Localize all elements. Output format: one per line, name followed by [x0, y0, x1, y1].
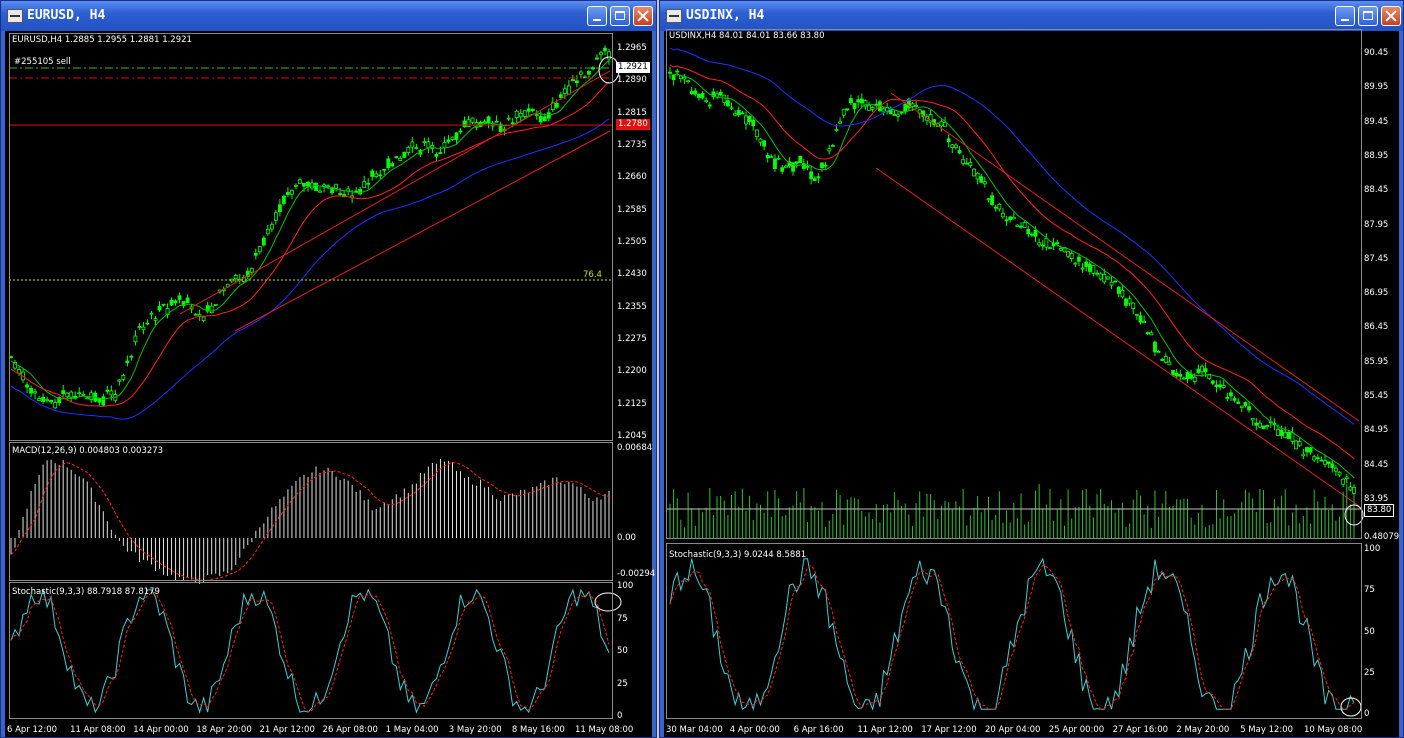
macd-header: MACD(12,26,9) 0.004803 0.003273: [12, 446, 164, 456]
price-axis-label: 1.2430: [617, 269, 647, 280]
undefined-label: 0.00684: [617, 443, 653, 453]
time-axis-label: 17 Apr 12:00: [921, 725, 977, 735]
eurusd-titlebar[interactable]: EURUSD, H4: [1, 1, 656, 31]
time-axis-label: 6 Apr 16:00: [793, 725, 844, 735]
price-axis-label: 1.2125: [617, 398, 647, 409]
price-axis-label: 90.45: [1364, 48, 1389, 58]
time-axis-label: 30 Mar 04:00: [666, 725, 723, 735]
price-axis-label: 84.45: [1364, 459, 1389, 470]
eurusd-chart-area[interactable]: EURUSD,H4 1.2885 1.2955 1.2881 1.2921 #2…: [5, 31, 656, 737]
stoch-axis-label: 0: [1364, 709, 1370, 719]
stoch-axis-label: 100: [1364, 544, 1381, 554]
price-axis-label: 1.2505: [617, 237, 647, 247]
time-axis-label: 6 Apr 12:00: [7, 725, 58, 735]
price-axis-label: 88.45: [1364, 185, 1389, 196]
stochastic-header: Stochastic(9,3,3) 9.0244 8.5881: [669, 550, 807, 560]
time-axis-label: 8 May 16:00: [511, 725, 565, 735]
time-axis-label: 20 Apr 04:00: [985, 725, 1041, 735]
stochastic-header: Stochastic(9,3,3) 88.7918 87.8179: [12, 587, 160, 597]
eurusd-chart-header: EURUSD,H4 1.2885 1.2955 1.2881 1.2921: [12, 35, 192, 45]
time-axis-label: 11 Apr 08:00: [70, 725, 126, 735]
stoch-axis-label: 50: [1364, 626, 1375, 637]
stoch-axis-label: 25: [1364, 667, 1375, 678]
time-axis-label: 4 Apr 00:00: [729, 725, 780, 735]
red-level-price-box: 1.2780: [616, 119, 650, 130]
time-axis-label: 18 Apr 20:00: [196, 725, 252, 735]
price-axis-label: 1.2735: [617, 140, 647, 150]
usdinx-titlebar[interactable]: USDINX, H4: [660, 1, 1403, 31]
minimize-button[interactable]: [1335, 6, 1355, 26]
eurusd-stoch-pane: [9, 582, 613, 719]
macd-axis-label: -0.00294: [617, 569, 656, 579]
stoch-axis-label: 75: [1364, 585, 1375, 596]
usdinx-window-title: USDINX, H4: [686, 8, 765, 23]
eurusd-window-title: EURUSD, H4: [27, 8, 106, 23]
time-axis-label: 5 May 12:00: [1240, 725, 1294, 735]
order-label: #255105 sell: [14, 57, 71, 67]
chart-window-icon: [7, 9, 23, 23]
price-axis-label: 86.95: [1364, 288, 1389, 299]
price-axis-label: 1.2275: [617, 334, 647, 344]
usdinx-chart-window: USDINX, H4 USDINX,H4 84.01 84.01 83.66 8…: [659, 0, 1404, 738]
time-axis-label: 25 Apr 00:00: [1048, 725, 1105, 735]
usdinx-stoch-pane: [666, 543, 1362, 719]
stoch-axis-label: 50: [617, 646, 628, 656]
stoch-axis-label: 0: [617, 711, 623, 721]
current-price-box: 1.2921: [616, 62, 650, 73]
time-axis-label: 3 May 20:00: [448, 725, 502, 735]
price-axis-label: 89.45: [1364, 116, 1389, 127]
usdinx-chart-header: USDINX,H4 84.01 84.01 83.66 83.80: [669, 31, 825, 41]
price-axis-label: 87.45: [1364, 253, 1389, 264]
stoch-axis-label: 25: [617, 678, 628, 689]
price-axis-label: 86.45: [1364, 322, 1389, 333]
price-axis-label: 1.2965: [617, 43, 647, 53]
time-axis-label: 1 May 04:00: [385, 725, 439, 735]
stoch-axis-label: 100: [617, 581, 634, 591]
time-axis-label: 27 Apr 16:00: [1112, 725, 1169, 735]
time-axis-label: 11 Apr 12:00: [857, 725, 913, 735]
price-axis-label: 89.95: [1364, 82, 1389, 93]
price-axis-label: 1.2890: [617, 75, 647, 86]
price-axis-label: 1.2815: [617, 107, 647, 118]
price-axis-label: 87.95: [1364, 219, 1389, 230]
price-axis-label: 1.2660: [617, 172, 647, 183]
close-button[interactable]: [633, 6, 653, 26]
time-axis-label: 26 Apr 08:00: [322, 725, 378, 735]
price-axis-label: 1.2200: [617, 366, 647, 377]
time-axis-label: 11 May 08:00: [575, 725, 634, 735]
time-axis-label: 10 May 08:00: [1304, 725, 1363, 735]
stoch-axis-label: 75: [617, 613, 628, 624]
time-axis-label: 14 Apr 00:00: [133, 725, 189, 735]
current-price-box: 83.80: [1364, 504, 1395, 517]
macd-axis-label: 0.00: [617, 533, 636, 543]
price-axis-label: 84.95: [1364, 425, 1389, 436]
price-axis-label: 83.95: [1364, 494, 1389, 504]
price-axis-label: 1.2045: [617, 431, 647, 441]
volume-value-label: 0.48079: [1364, 532, 1400, 542]
time-axis-label: 2 May 20:00: [1176, 725, 1230, 735]
close-button[interactable]: [1381, 6, 1401, 26]
price-axis-label: 88.95: [1364, 150, 1389, 161]
price-axis-label: 1.2355: [617, 301, 647, 312]
usdinx-price-pane: [666, 29, 1362, 539]
eurusd-macd-pane: [9, 442, 613, 581]
price-axis-label: 85.95: [1364, 356, 1389, 367]
eurusd-chart-window: EURUSD, H4 EURUSD,H4 1.2885 1.2955 1.288…: [0, 0, 657, 738]
eurusd-price-pane: [9, 33, 613, 441]
maximize-button[interactable]: [1358, 6, 1378, 26]
fib-level-label: 76.4: [583, 270, 602, 280]
price-axis-label: 1.2585: [617, 204, 647, 215]
chart-window-icon: [666, 9, 682, 23]
minimize-button[interactable]: [587, 6, 607, 26]
usdinx-chart-area[interactable]: USDINX,H4 84.01 84.01 83.66 83.80 Stocha…: [664, 29, 1400, 737]
maximize-button[interactable]: [610, 6, 630, 26]
time-axis-label: 21 Apr 12:00: [259, 725, 315, 735]
price-axis-label: 85.45: [1364, 391, 1389, 402]
